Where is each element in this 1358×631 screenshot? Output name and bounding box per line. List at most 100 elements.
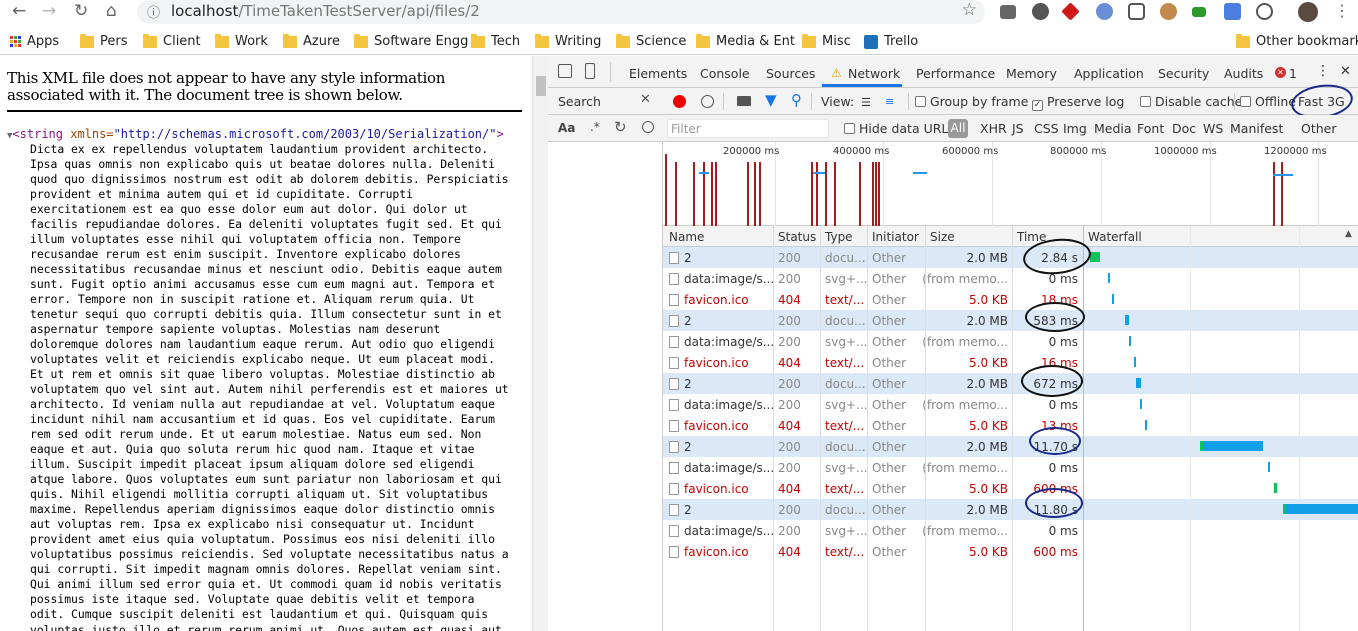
cell-name[interactable]: 2 bbox=[669, 251, 692, 265]
search-title[interactable]: Search bbox=[558, 94, 601, 109]
bookmark-tech[interactable]: Tech bbox=[471, 33, 520, 49]
col-name[interactable]: Name bbox=[669, 230, 704, 244]
table-row[interactable]: 2 200 docu... Other 2.0 MB 583 ms bbox=[663, 310, 1358, 331]
group-by-frame-checkbox[interactable] bbox=[915, 96, 926, 107]
cell-name[interactable]: 2 bbox=[669, 503, 692, 517]
cell-name[interactable]: data:image/s... bbox=[669, 461, 774, 475]
preserve-log-checkbox[interactable]: ✓ bbox=[1032, 100, 1043, 111]
close-search-icon[interactable]: ✕ bbox=[640, 92, 651, 107]
bookmark-apps[interactable]: Apps bbox=[10, 34, 59, 49]
tab-audits[interactable]: Audits bbox=[1224, 66, 1263, 81]
cell-name[interactable]: data:image/s... bbox=[669, 398, 774, 412]
info-icon[interactable]: ⓘ bbox=[147, 2, 160, 21]
table-row[interactable]: favicon.ico 404 text/... Other 5.0 KB 16 ms bbox=[663, 352, 1358, 373]
error-count[interactable]: 1 bbox=[1289, 66, 1297, 81]
filter-funnel-icon[interactable]: ▼ bbox=[765, 91, 777, 109]
bookmark-media[interactable]: Media & Ent bbox=[696, 33, 795, 49]
disable-cache-checkbox[interactable] bbox=[1140, 96, 1151, 107]
reload-icon[interactable]: ↻ bbox=[74, 1, 88, 21]
cell-name[interactable]: favicon.ico bbox=[669, 482, 749, 496]
disable-cache[interactable]: Disable cache bbox=[1140, 94, 1242, 109]
cell-name[interactable]: favicon.ico bbox=[669, 545, 749, 559]
table-row[interactable]: favicon.ico 404 text/... Other 5.0 KB 13 ms bbox=[663, 415, 1358, 436]
offline-checkbox[interactable] bbox=[1240, 96, 1251, 107]
tab-security[interactable]: Security bbox=[1158, 66, 1209, 81]
page-scrollbar[interactable] bbox=[532, 56, 548, 631]
bookmark-other[interactable]: Other bookmarks bbox=[1236, 33, 1358, 49]
cell-name[interactable]: 2 bbox=[669, 314, 692, 328]
device-toolbar-icon[interactable] bbox=[585, 63, 595, 79]
extension-icon[interactable] bbox=[1256, 3, 1273, 20]
error-icon[interactable]: ✕ bbox=[1275, 67, 1286, 78]
tab-console[interactable]: Console bbox=[700, 66, 750, 81]
cell-name[interactable]: favicon.ico bbox=[669, 356, 749, 370]
filter-input[interactable]: Filter bbox=[667, 119, 829, 138]
type-filter-ws[interactable]: WS bbox=[1203, 121, 1223, 136]
hide-data-urls-checkbox[interactable] bbox=[844, 123, 855, 134]
type-filter-js[interactable]: JS bbox=[1012, 121, 1024, 136]
refresh-icon[interactable]: ↻ bbox=[614, 118, 627, 136]
cell-name[interactable]: data:image/s... bbox=[669, 524, 774, 538]
translate-icon[interactable] bbox=[1224, 3, 1241, 20]
col-type[interactable]: Type bbox=[825, 230, 853, 244]
type-filter-css[interactable]: CSS bbox=[1034, 121, 1059, 136]
table-row[interactable]: 2 200 docu... Other 2.0 MB 11.80 s bbox=[663, 499, 1358, 520]
cell-name[interactable]: 2 bbox=[669, 440, 692, 454]
table-row[interactable]: favicon.ico 404 text/... Other 5.0 KB 18 ms bbox=[663, 289, 1358, 310]
search-icon[interactable]: ⚲ bbox=[791, 91, 802, 109]
bookmark-azure[interactable]: Azure bbox=[283, 33, 340, 49]
bookmark-pers[interactable]: Pers bbox=[80, 33, 128, 49]
type-filter-all[interactable]: All bbox=[948, 119, 968, 138]
tab-sources[interactable]: Sources bbox=[766, 66, 815, 81]
extension-icon[interactable] bbox=[1160, 3, 1177, 20]
extension-icon[interactable] bbox=[1192, 7, 1206, 17]
more-tabs-icon[interactable]: ⋮ bbox=[1316, 63, 1330, 79]
table-row[interactable]: data:image/s... 200 svg+... Other (from memo… bbox=[663, 268, 1358, 289]
table-row[interactable]: data:image/s... 200 svg+... Other (from memo… bbox=[663, 331, 1358, 352]
table-row[interactable]: 2 200 docu... Other 2.0 MB 672 ms bbox=[663, 373, 1358, 394]
type-filter-img[interactable]: Img bbox=[1063, 121, 1087, 136]
col-size[interactable]: Size bbox=[930, 230, 955, 244]
network-overview[interactable]: 200000 ms 400000 ms 600000 ms 800000 ms … bbox=[663, 142, 1358, 226]
omnibox[interactable]: ⓘ localhost/TimeTakenTestServer/api/file… bbox=[137, 0, 985, 24]
table-row[interactable]: data:image/s... 200 svg+... Other (from memo… bbox=[663, 457, 1358, 478]
type-filter-media[interactable]: Media bbox=[1094, 121, 1132, 136]
waterfall-view-icon[interactable]: ≡ bbox=[885, 95, 894, 108]
extension-icon[interactable] bbox=[1000, 5, 1016, 19]
table-row[interactable]: favicon.ico 404 text/... Other 5.0 KB 600 ms bbox=[663, 541, 1358, 562]
tab-performance[interactable]: Performance bbox=[916, 66, 995, 81]
cell-name[interactable]: favicon.ico bbox=[669, 293, 749, 307]
extension-icon[interactable] bbox=[1061, 2, 1080, 21]
table-row[interactable]: favicon.ico 404 text/... Other 5.0 KB 600 ms bbox=[663, 478, 1358, 499]
bookmark-client[interactable]: Client bbox=[143, 33, 201, 49]
type-filter-doc[interactable]: Doc bbox=[1172, 121, 1196, 136]
clear-icon[interactable] bbox=[642, 121, 654, 133]
list-view-icon[interactable]: ☰ bbox=[861, 96, 871, 109]
avatar[interactable] bbox=[1298, 2, 1318, 22]
bookmark-work[interactable]: Work bbox=[215, 33, 268, 49]
extension-icon[interactable] bbox=[1096, 3, 1113, 20]
col-waterfall[interactable]: Waterfall bbox=[1088, 230, 1142, 244]
group-by-frame[interactable]: Group by frame bbox=[915, 94, 1028, 109]
bookmark-software-engg[interactable]: Software Engg bbox=[354, 33, 468, 49]
cell-name[interactable]: 2 bbox=[669, 377, 692, 391]
scrollbar-thumb[interactable] bbox=[536, 76, 546, 96]
clear-log-icon[interactable] bbox=[701, 95, 714, 108]
back-arrow-icon[interactable]: ← bbox=[12, 1, 26, 21]
bookmark-misc[interactable]: Misc bbox=[802, 33, 851, 49]
col-status[interactable]: Status bbox=[778, 230, 816, 244]
inspect-element-icon[interactable] bbox=[558, 64, 572, 78]
xml-root-tag[interactable]: ▼<string xmlns="http://schemas.microsoft… bbox=[7, 127, 504, 141]
menu-dots-icon[interactable]: ⋮ bbox=[1334, 1, 1350, 20]
camera-icon[interactable] bbox=[737, 96, 751, 106]
offline[interactable]: Offline bbox=[1240, 94, 1296, 109]
table-row[interactable]: 2 200 docu... Other 2.0 MB 2.84 s bbox=[663, 247, 1358, 268]
bookmark-science[interactable]: Science bbox=[616, 33, 686, 49]
type-filter-font[interactable]: Font bbox=[1137, 121, 1164, 136]
cell-name[interactable]: data:image/s... bbox=[669, 272, 774, 286]
extension-icon[interactable] bbox=[1032, 3, 1049, 20]
table-row[interactable]: data:image/s... 200 svg+... Other (from memo… bbox=[663, 394, 1358, 415]
cell-name[interactable]: data:image/s... bbox=[669, 335, 774, 349]
tab-elements[interactable]: Elements bbox=[629, 66, 687, 81]
type-filter-xhr[interactable]: XHR bbox=[980, 121, 1007, 136]
